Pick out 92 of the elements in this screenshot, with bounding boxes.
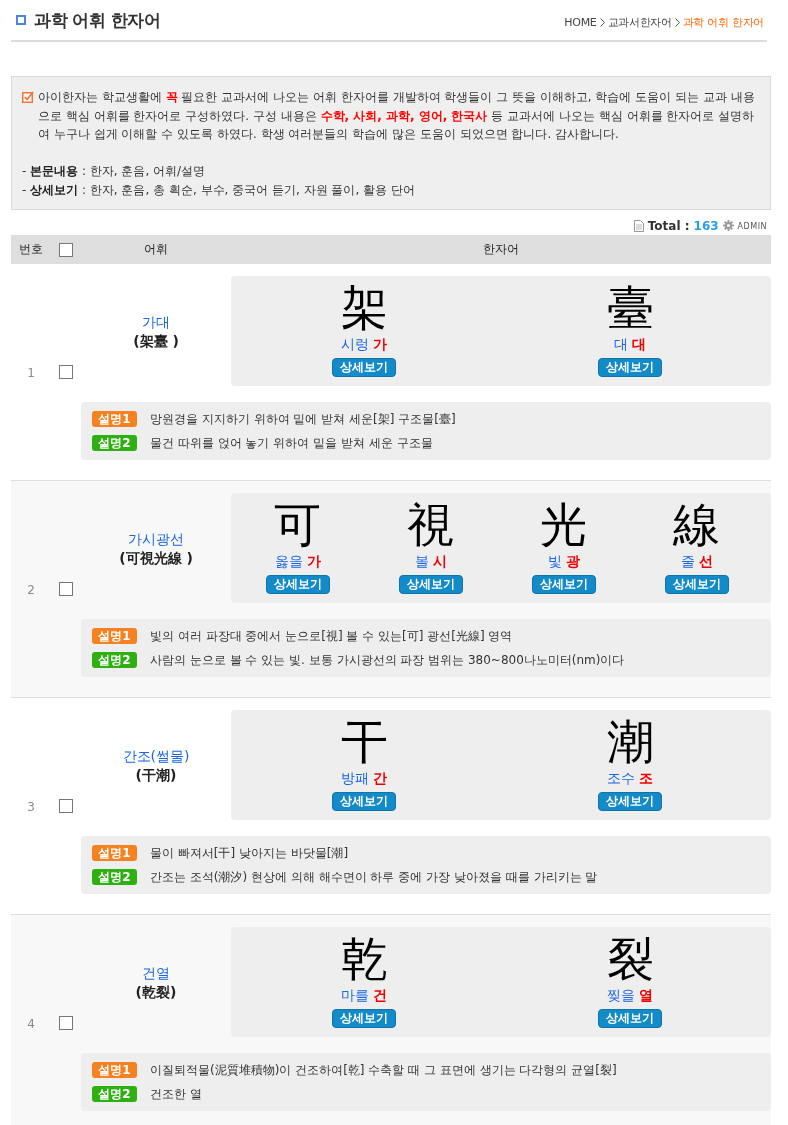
word-link[interactable]: 가대 [142, 312, 170, 332]
explanation-text: 간조는 조석(潮汐) 현상에 의해 해수면이 하루 중에 가장 낮아졌을 때를 가리키는 말 [150, 868, 598, 886]
detail-line: - 상세보기 : 한자, 훈음, 총 획순, 부수, 중국어 듣기, 자원 풀이, 활용 단어 [22, 181, 416, 199]
hanja-character: 線 [673, 498, 720, 552]
row-checkbox[interactable] [59, 1016, 73, 1030]
detail-button[interactable]: 상세보기 [332, 792, 396, 811]
row-number: 2 [27, 583, 35, 597]
row-checkbox[interactable] [59, 799, 73, 813]
meaning-text: 마를 [341, 986, 369, 1004]
detail-button[interactable]: 상세보기 [664, 575, 729, 594]
detail-button[interactable]: 상세보기 [332, 358, 396, 377]
sound-text: 가 [373, 335, 387, 353]
hanja-word-text: (可視光線 ) [119, 548, 193, 567]
meaning-text: 찢을 [607, 986, 635, 1004]
hanja-character: 裂 [606, 932, 654, 986]
explanation-text: 물이 빠져서[干] 낮아지는 바닷물[潮] [150, 844, 349, 862]
meaning-text: 빛 [547, 552, 562, 570]
detail-button[interactable]: 상세보기 [332, 1009, 396, 1028]
hanja-character: 潮 [606, 715, 654, 769]
hanja-character: 架 [340, 281, 388, 335]
row-number: 3 [27, 800, 35, 814]
sound-text: 광 [565, 552, 580, 570]
sound-text: 간 [373, 769, 387, 787]
word-link[interactable]: 건열 [142, 963, 170, 983]
chevron-icon [599, 17, 605, 27]
row-checkbox[interactable] [59, 365, 73, 379]
intro-paragraph: 아이한자는 학교생활에 꼭 필요한 교과서에 나오는 어휘 한자어를 개발하여 학생들이 그 뜻을 이해하고, 학습에 도움이 되는 교과 내용으로 핵심 어휘를 한자어로 구성하였다. 구성 내용은 수학, 사회, 과학, 영어, 한국사 등 교과서에 나오는 핵심 어휘를 한자어로 설명하여 누구나 쉽게 이해할 수 있도록 하였다. 학생 여러분들의 학습에 많은 도움이 되었으면 합니다. 감사합니다. [38, 89, 756, 143]
sound-text: 열 [639, 986, 653, 1004]
admin-link[interactable]: ADMIN [737, 222, 767, 231]
meaning-text: 조수 [607, 769, 635, 787]
hanja-word-text: (架臺 ) [133, 331, 179, 350]
hanja-character: 光 [540, 498, 587, 552]
chevron-icon [674, 17, 680, 27]
meaning-text: 줄 [680, 552, 695, 570]
hanja-word-text: (干潮) [135, 765, 177, 784]
explanation-badge: 설명1 [92, 1062, 137, 1078]
explanation-text: 건조한 열 [150, 1085, 202, 1103]
row-number: 4 [27, 1017, 35, 1031]
explanation-badge: 설명2 [92, 435, 137, 451]
column-header: 번호 [19, 241, 43, 258]
explanation-badge: 설명2 [92, 1086, 137, 1102]
meaning-text: 시렁 [341, 335, 369, 353]
breadcrumb-link[interactable]: 교과서한자어 [607, 14, 672, 30]
detail-button[interactable]: 상세보기 [598, 358, 662, 377]
meaning-text: 대 [614, 335, 628, 353]
page-title: 과학 어휘 한자어 [34, 8, 161, 32]
meaning-text: 방패 [341, 769, 369, 787]
total-label: Total : [647, 219, 690, 233]
sound-text: 가 [306, 552, 321, 570]
explanation-badge: 설명2 [92, 652, 137, 668]
explanation-badge: 설명1 [92, 845, 137, 861]
detail-line: - 본문내용 : 한자, 훈음, 어휘/설명 [22, 163, 207, 180]
explanation-text: 이질퇴적물(泥質堆積物)이 건조하여[乾] 수축할 때 그 표면에 생기는 다각형의 균열[裂] [150, 1061, 617, 1079]
explanation-badge: 설명1 [92, 628, 137, 644]
word-link[interactable]: 간조(썰물) [122, 746, 190, 766]
hanja-character: 視 [407, 498, 454, 552]
settings-icon[interactable] [722, 220, 734, 231]
explanation-text: 물건 따위를 얹어 놓기 위하여 밑을 받쳐 세운 구조물 [150, 434, 433, 452]
checkbox-tick-icon [22, 91, 34, 103]
explanation-text: 빛의 여러 파장대 중에서 눈으로[視] 볼 수 있는[可] 광선[光線] 영역 [150, 627, 513, 645]
detail-button[interactable]: 상세보기 [265, 575, 330, 594]
sound-text: 선 [698, 552, 713, 570]
hanja-character: 可 [274, 498, 321, 552]
detail-button[interactable]: 상세보기 [398, 575, 463, 594]
meaning-text: 옳을 [274, 552, 303, 570]
hanja-character: 乾 [340, 932, 388, 986]
row-number: 1 [27, 366, 35, 380]
detail-button[interactable]: 상세보기 [598, 792, 662, 811]
column-header: 어휘 [144, 241, 168, 258]
hanja-word-text: (乾裂) [135, 982, 177, 1001]
select-all-checkbox[interactable] [59, 242, 73, 257]
explanation-badge: 설명1 [92, 411, 137, 427]
sound-text: 시 [432, 552, 447, 570]
explanation-text: 망원경을 지지하기 위하여 밑에 받쳐 세운[架] 구조물[臺] [150, 410, 456, 428]
explanation-badge: 설명2 [92, 869, 137, 885]
detail-button[interactable]: 상세보기 [598, 1009, 662, 1028]
sound-text: 건 [373, 986, 387, 1004]
column-header: 한자어 [483, 241, 519, 258]
hanja-character: 干 [340, 715, 388, 769]
hanja-character: 臺 [606, 281, 654, 335]
square-bullet-icon [16, 15, 26, 25]
explanation-text: 사람의 눈으로 볼 수 있는 빛. 보통 가시광선의 파장 범위는 380~800나노미터(nm)이다 [150, 651, 625, 669]
word-link[interactable]: 가시광선 [128, 529, 184, 549]
meaning-text: 볼 [414, 552, 429, 570]
breadcrumb-link[interactable]: HOME [564, 15, 597, 29]
document-icon [633, 220, 644, 232]
sound-text: 조 [639, 769, 653, 787]
detail-button[interactable]: 상세보기 [531, 575, 596, 594]
total-count: 163 [693, 219, 719, 233]
breadcrumb-link[interactable]: 과학 어휘 한자어 [682, 14, 764, 30]
sound-text: 대 [632, 335, 646, 353]
row-checkbox[interactable] [59, 582, 73, 596]
